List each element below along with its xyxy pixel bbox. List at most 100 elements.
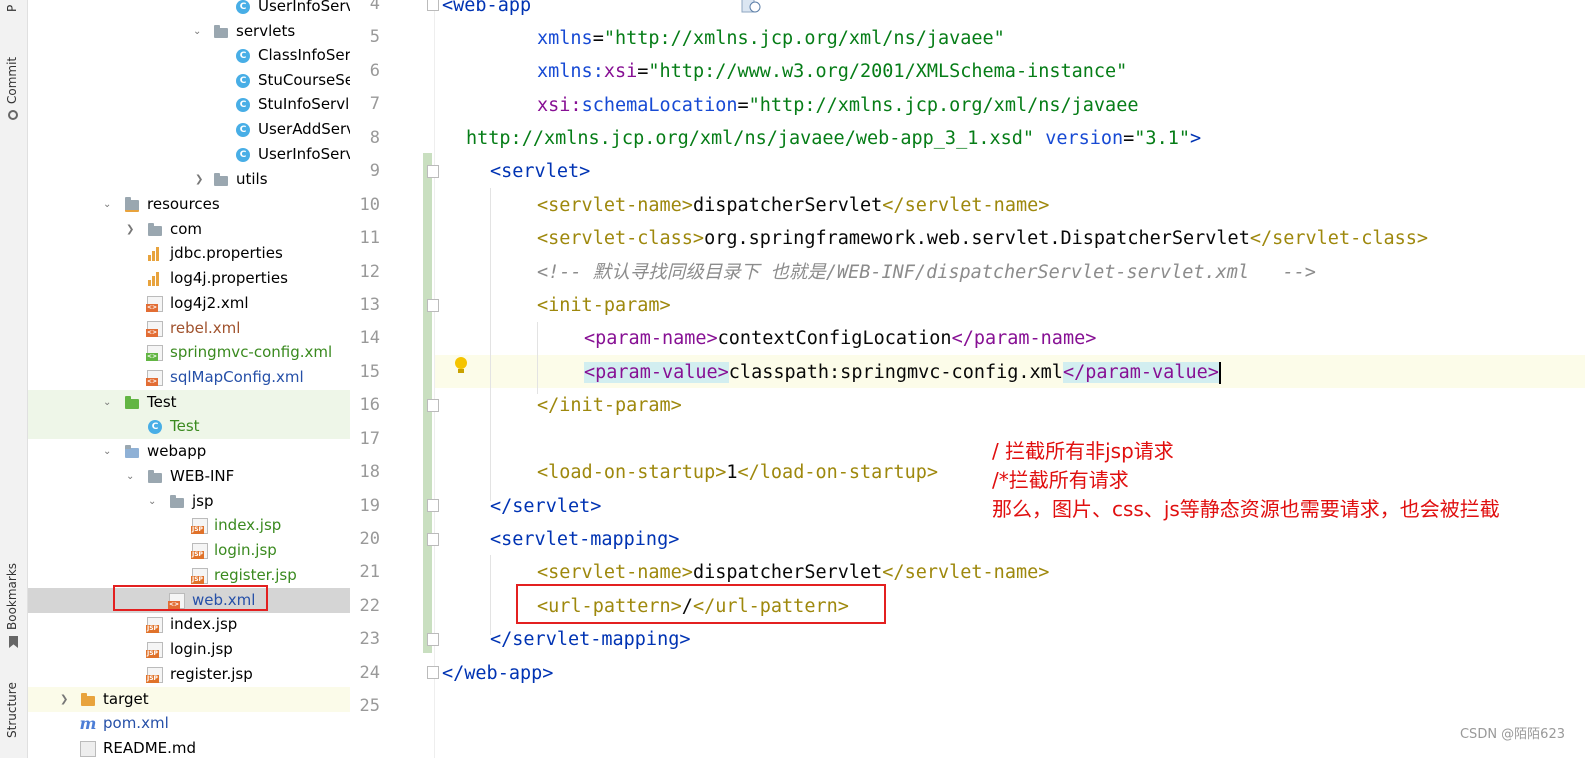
chevron-down-icon[interactable]: ⌄ [103,439,111,464]
tree-highlight-box [113,585,268,611]
tree-row[interactable]: m pom.xml [28,711,350,736]
tree-label: jsp [192,492,214,510]
chevron-down-icon[interactable]: ⌄ [126,464,134,489]
code-comment: <!-- 默认寻找同级目录下 也就是/WEB-INF/dispatcherSer… [537,262,1316,283]
tree-row[interactable]: <> sqlMapConfig.xml [28,365,350,390]
tree-row[interactable]: <> log4j2.xml [28,291,350,316]
chevron-right-icon[interactable]: ❯ [126,217,134,242]
code-token: </param-name> [951,328,1097,349]
matched-tag: </param-value> [1062,362,1219,383]
tree-row[interactable]: C UserInfoServ [28,142,350,167]
code-line: <param-name>contextConfigLocation</param… [350,322,1585,355]
tree-row[interactable]: ⌄ jsp [28,489,350,514]
commit-tool-button[interactable]: Commit [5,57,19,104]
code-token: </servlet-class> [1249,228,1429,249]
tree-row[interactable]: C UserAddServ [28,117,350,142]
tree-row[interactable]: log4j.properties [28,266,350,291]
code-line: <web-app [350,0,1585,22]
tree-label: log4j2.xml [170,294,249,312]
code-editor[interactable]: 4 5 6 7 8 9 10 11 12 13 14 15 16 17 18 1… [350,0,1585,758]
line-number: 17 [359,429,380,449]
tree-row[interactable]: <> springmvc-config.xml [28,340,350,365]
code-line: <param-value>classpath:springmvc-config.… [350,356,1585,389]
jsp-icon: JSP [191,542,208,559]
resources-folder-icon [124,196,140,212]
code-token: </web-app> [442,663,554,684]
tree-row[interactable]: ⌄ Test [28,390,350,415]
chevron-down-icon[interactable]: ⌄ [103,192,111,217]
line-number: 25 [359,696,380,716]
tree-label: register.jsp [170,665,253,683]
web-folder-icon [124,444,140,459]
annotation-line: 那么，图片、css、js等静态资源也需要请求，也会被拦截 [992,497,1500,521]
class-icon: C [235,0,251,14]
chevron-down-icon[interactable]: ⌄ [103,390,111,415]
tree-row[interactable]: JSP login.jsp [28,538,350,563]
code-line: <init-param> [350,289,1585,322]
tree-row[interactable]: C StuInfoServle [28,92,350,117]
code-token: "http://xmlns.jcp.org/xml/ns/javaee" [603,28,1005,49]
maven-icon: m [79,714,97,733]
tree-row[interactable]: ⌄ WEB-INF [28,464,350,489]
jsp-icon: JSP [191,517,208,534]
tree-label: Test [147,393,177,411]
tree-row[interactable]: JSP index.jsp [28,513,350,538]
tree-label: sqlMapConfig.xml [170,368,304,386]
chevron-right-icon[interactable]: ❯ [195,167,203,192]
structure-tool-button[interactable]: Structure [5,682,19,738]
tree-row[interactable]: ❯ target [28,687,350,712]
tree-row[interactable]: ⌄ webapp [28,439,350,464]
project-tool-button[interactable]: P [5,5,19,12]
code-token: xsi: [537,95,582,116]
tree-row[interactable]: JSP index.jsp [28,612,350,637]
code-line: xmlns:xsi="http://www.w3.org/2001/XMLSch… [537,61,1128,82]
xml-icon: <> [146,369,163,386]
code-line: <servlet-mapping> [350,523,1585,556]
code-line: </servlet-mapping> [350,623,1585,656]
code-token: "http://www.w3.org/2001/XMLSchema-instan… [648,61,1128,82]
chevron-down-icon[interactable]: ⌄ [148,489,156,514]
chevron-down-icon[interactable]: ⌄ [193,19,201,44]
code-token: "http://xmlns.jcp.org/xml/ns/javaee [748,95,1139,116]
tree-row[interactable]: ⌄ resources [28,192,350,217]
code-line: <servlet> [350,155,1585,188]
jsp-icon: JSP [146,666,163,683]
code-token: </load-on-startup> [737,462,938,483]
folder-icon [147,469,163,484]
matched-tag: <param-value> [584,362,729,383]
code-line: <servlet-class>org.springframework.web.s… [350,222,1585,255]
tree-label: UserAddServ [258,120,350,138]
code-token: <servlet-mapping> [490,529,680,550]
tree-row[interactable]: C StuCourseSe [28,68,350,93]
tree-row[interactable]: ⌄ servlets [28,19,350,44]
tree-label: index.jsp [170,615,238,633]
code-token: <param-name> [584,328,718,349]
tree-row[interactable]: C ClassInfoServ [28,43,350,68]
tree-label: log4j.properties [170,269,288,287]
tree-label: jdbc.properties [170,244,283,262]
code-line: <servlet-name>dispatcherServlet</servlet… [350,189,1585,222]
code-token: org.springframework.web.servlet.Dispatch… [704,228,1250,249]
tree-label: springmvc-config.xml [170,343,333,361]
bookmarks-tool-button[interactable]: Bookmarks [5,563,19,630]
xml-icon: <> [146,295,163,312]
tree-label: Test [170,417,200,435]
tree-row[interactable]: JSP login.jsp [28,637,350,662]
code-line: <!-- 默认寻找同级目录下 也就是/WEB-INF/dispatcherSer… [350,256,1585,289]
tree-row[interactable]: JSP register.jsp [28,662,350,687]
tree-row[interactable]: jdbc.properties [28,241,350,266]
code-line: </web-app> [350,657,1585,690]
commit-icon [8,110,18,120]
markdown-icon [80,740,96,757]
chevron-right-icon[interactable]: ❯ [60,687,68,712]
tree-label: ClassInfoServ [258,46,350,64]
tree-row[interactable]: <> rebel.xml [28,316,350,341]
tree-row[interactable]: C UserInfoServ [28,0,350,19]
tree-label: WEB-INF [170,467,235,485]
tree-row[interactable]: ❯ com [28,217,350,242]
tree-row[interactable]: C Test [28,414,350,439]
tree-row[interactable]: ❯ utils [28,167,350,192]
properties-icon [147,246,163,261]
code-token: <servlet-name> [537,195,693,216]
tree-row[interactable]: README.md [28,736,350,758]
